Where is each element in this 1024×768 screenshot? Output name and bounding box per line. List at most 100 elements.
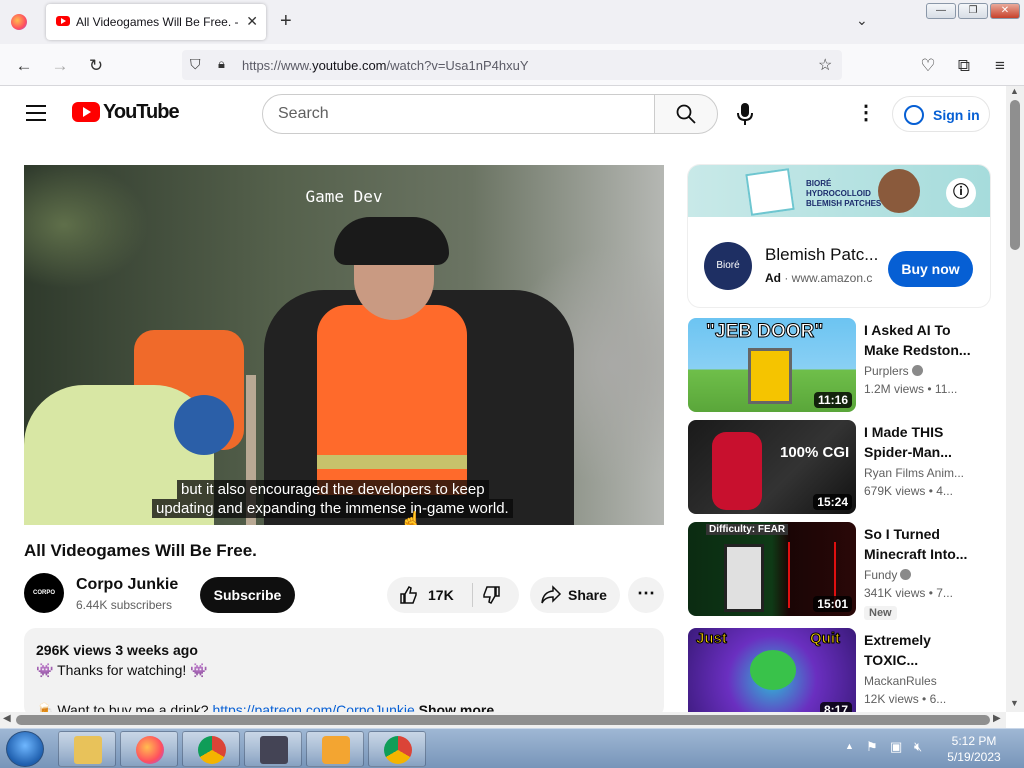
search-button[interactable] (654, 94, 718, 134)
video-duration: 15:24 (813, 494, 852, 510)
share-button[interactable]: Share (530, 577, 620, 613)
video-frame-image (24, 165, 664, 525)
video-title[interactable]: I Made THIS Spider-Man... (864, 422, 976, 462)
start-button-windows-icon[interactable] (6, 731, 44, 767)
caption-line-2: updating and expanding the immense in-ga… (152, 499, 513, 518)
restore-window-button[interactable]: ❐ (958, 3, 988, 19)
video-title[interactable]: So I Turned Minecraft Into... (864, 524, 976, 564)
reload-icon[interactable]: ↻ (86, 56, 106, 76)
taskbar-chrome-1[interactable] (182, 731, 240, 767)
pocket-icon[interactable]: ♡ (918, 56, 938, 76)
url-bar[interactable]: ⛉ 🔒︎ https://www.youtube.com/watch?v=Usa… (182, 50, 842, 80)
ad-banner-text: BIORÉ HYDROCOLLOID BLEMISH PATCHES (806, 179, 882, 208)
tracking-protection-shield-icon[interactable]: ⛉ (190, 56, 201, 73)
video-thumbnail[interactable]: Just Quit 8:17 (688, 628, 856, 722)
forward-icon[interactable]: → (50, 56, 70, 76)
description-box[interactable]: 296K views 3 weeks ago 👾 Thanks for watc… (24, 628, 664, 718)
taskbar-chrome-2[interactable] (368, 731, 426, 767)
video-thumbnail[interactable]: "JEB DOOR" 11:16 (688, 318, 856, 412)
recommendation-item[interactable]: Just Quit 8:17 Extremely TOXIC... Mackan… (688, 628, 998, 722)
volume-muted-icon[interactable]: 🔇︎ (914, 739, 922, 755)
minecraft-character-image (724, 544, 764, 612)
guide-menu-icon[interactable] (26, 105, 46, 126)
tab-youtube-video[interactable]: All Videogames Will Be Free. - Y ✕ (46, 4, 266, 40)
bookmark-star-icon[interactable]: ☆ (818, 55, 832, 75)
lock-icon[interactable]: 🔒︎ (218, 56, 225, 72)
video-thumbnail[interactable]: Difficulty: FEAR 15:01 (688, 522, 856, 616)
browser-tab-strip: All Videogames Will Be Free. - Y ✕ + ⌄ —… (0, 0, 1024, 44)
like-count: 17K (428, 587, 454, 603)
view-count: 679K views • 4... (864, 484, 953, 498)
more-actions-button[interactable]: ⋯ (628, 577, 664, 613)
video-player[interactable]: Game Dev but it also encouraged the deve… (24, 165, 664, 525)
search-icon (676, 104, 696, 124)
thumbnail-text-left: Just (696, 630, 728, 648)
new-tab-icon[interactable]: + (280, 10, 292, 33)
app-menu-icon[interactable]: ≡ (990, 56, 1010, 76)
action-center-flag-icon[interactable]: ⚑ (866, 739, 878, 755)
search-input[interactable] (278, 95, 638, 133)
list-all-tabs-icon[interactable]: ⌄ (856, 12, 868, 29)
vertical-scrollbar[interactable]: ▲ ▼ (1006, 86, 1024, 712)
vertical-scroll-thumb[interactable] (1010, 100, 1020, 250)
channel-name[interactable]: Fundy (864, 568, 912, 582)
ad-info-icon[interactable]: ⓘ (946, 178, 976, 208)
close-tab-icon[interactable]: ✕ (246, 13, 258, 30)
more-horizontal-icon: ⋯ (637, 583, 655, 603)
dislike-button[interactable] (473, 577, 519, 613)
channel-name[interactable]: Ryan Films Anim... (864, 466, 964, 480)
url-text[interactable]: https://www.youtube.com/watch?v=Usa1nP4h… (242, 58, 529, 73)
minimize-window-button[interactable]: — (926, 3, 956, 19)
recommendation-item[interactable]: 100% CGI 15:24 I Made THIS Spider-Man...… (688, 420, 998, 514)
youtube-logo-icon[interactable] (72, 102, 100, 122)
video-title[interactable]: Extremely TOXIC... (864, 630, 976, 670)
taskbar-video-recorder[interactable] (244, 731, 302, 767)
horizontal-scrollbar[interactable]: ◀ ▶ (0, 712, 1006, 728)
scroll-up-arrow-icon[interactable]: ▲ (1010, 86, 1019, 96)
thumbs-up-icon (400, 586, 417, 604)
sign-in-label: Sign in (933, 107, 980, 123)
youtube-wordmark[interactable]: YouTube (103, 101, 180, 124)
network-icon[interactable]: ▣ (890, 739, 902, 755)
scroll-left-arrow-icon[interactable]: ◀ (3, 713, 11, 724)
subscriber-count: 6.44K subscribers (76, 598, 173, 612)
verified-check-icon (900, 569, 912, 580)
video-title: All Videogames Will Be Free. (24, 541, 257, 560)
tab-title: All Videogames Will Be Free. - Y (76, 15, 242, 29)
channel-name[interactable]: MackanRules (864, 674, 937, 688)
recommendation-item[interactable]: "JEB DOOR" 11:16 I Asked AI To Make Reds… (688, 318, 998, 412)
model-face-image (878, 169, 920, 213)
voice-search-mic-icon[interactable] (736, 102, 754, 126)
taskbar-explorer[interactable] (58, 731, 116, 767)
ad-title[interactable]: Blemish Patc... (765, 245, 878, 265)
firefox-icon (136, 736, 164, 764)
horizontal-scroll-thumb[interactable] (16, 715, 990, 725)
subscribe-button[interactable]: Subscribe (200, 577, 295, 613)
recommendation-item[interactable]: Difficulty: FEAR 15:01 So I Turned Minec… (688, 522, 998, 620)
taskbar-firefox[interactable] (120, 731, 178, 767)
video-thumbnail[interactable]: 100% CGI 15:24 (688, 420, 856, 514)
taskbar-media-player[interactable] (306, 731, 364, 767)
film-record-icon (260, 736, 288, 764)
youtube-header: YouTube ⋮ Sign in (0, 86, 1006, 142)
taskbar-clock[interactable]: 5:12 PM 5/19/2023 (936, 733, 1012, 765)
scroll-down-arrow-icon[interactable]: ▼ (1010, 698, 1019, 708)
show-hidden-icons-icon[interactable]: ▲ (845, 741, 854, 751)
close-window-button[interactable]: ✕ (990, 3, 1020, 19)
settings-more-icon[interactable]: ⋮ (856, 100, 876, 125)
scroll-right-arrow-icon[interactable]: ▶ (993, 713, 1001, 724)
buy-now-button[interactable]: Buy now (888, 251, 973, 287)
channel-avatar[interactable]: CORPO (24, 573, 64, 613)
ad-card[interactable]: BIORÉ HYDROCOLLOID BLEMISH PATCHES ⓘ Bioré… (688, 165, 990, 307)
extensions-icon[interactable]: ⧉ (954, 56, 974, 76)
channel-name[interactable]: Purplers (864, 364, 923, 378)
like-button[interactable]: 17K (387, 577, 472, 613)
video-title[interactable]: I Asked AI To Make Redston... (864, 320, 976, 360)
view-count: 12K views • 6... (864, 692, 947, 706)
channel-name[interactable]: Corpo Junkie (76, 576, 178, 594)
firefox-menu-icon[interactable] (11, 14, 27, 30)
sign-in-button[interactable]: Sign in (892, 96, 990, 132)
back-icon[interactable]: ← (14, 56, 34, 76)
view-count-and-date: 296K views 3 weeks ago (36, 642, 198, 658)
ad-meta: Ad · www.amazon.c (765, 271, 873, 285)
